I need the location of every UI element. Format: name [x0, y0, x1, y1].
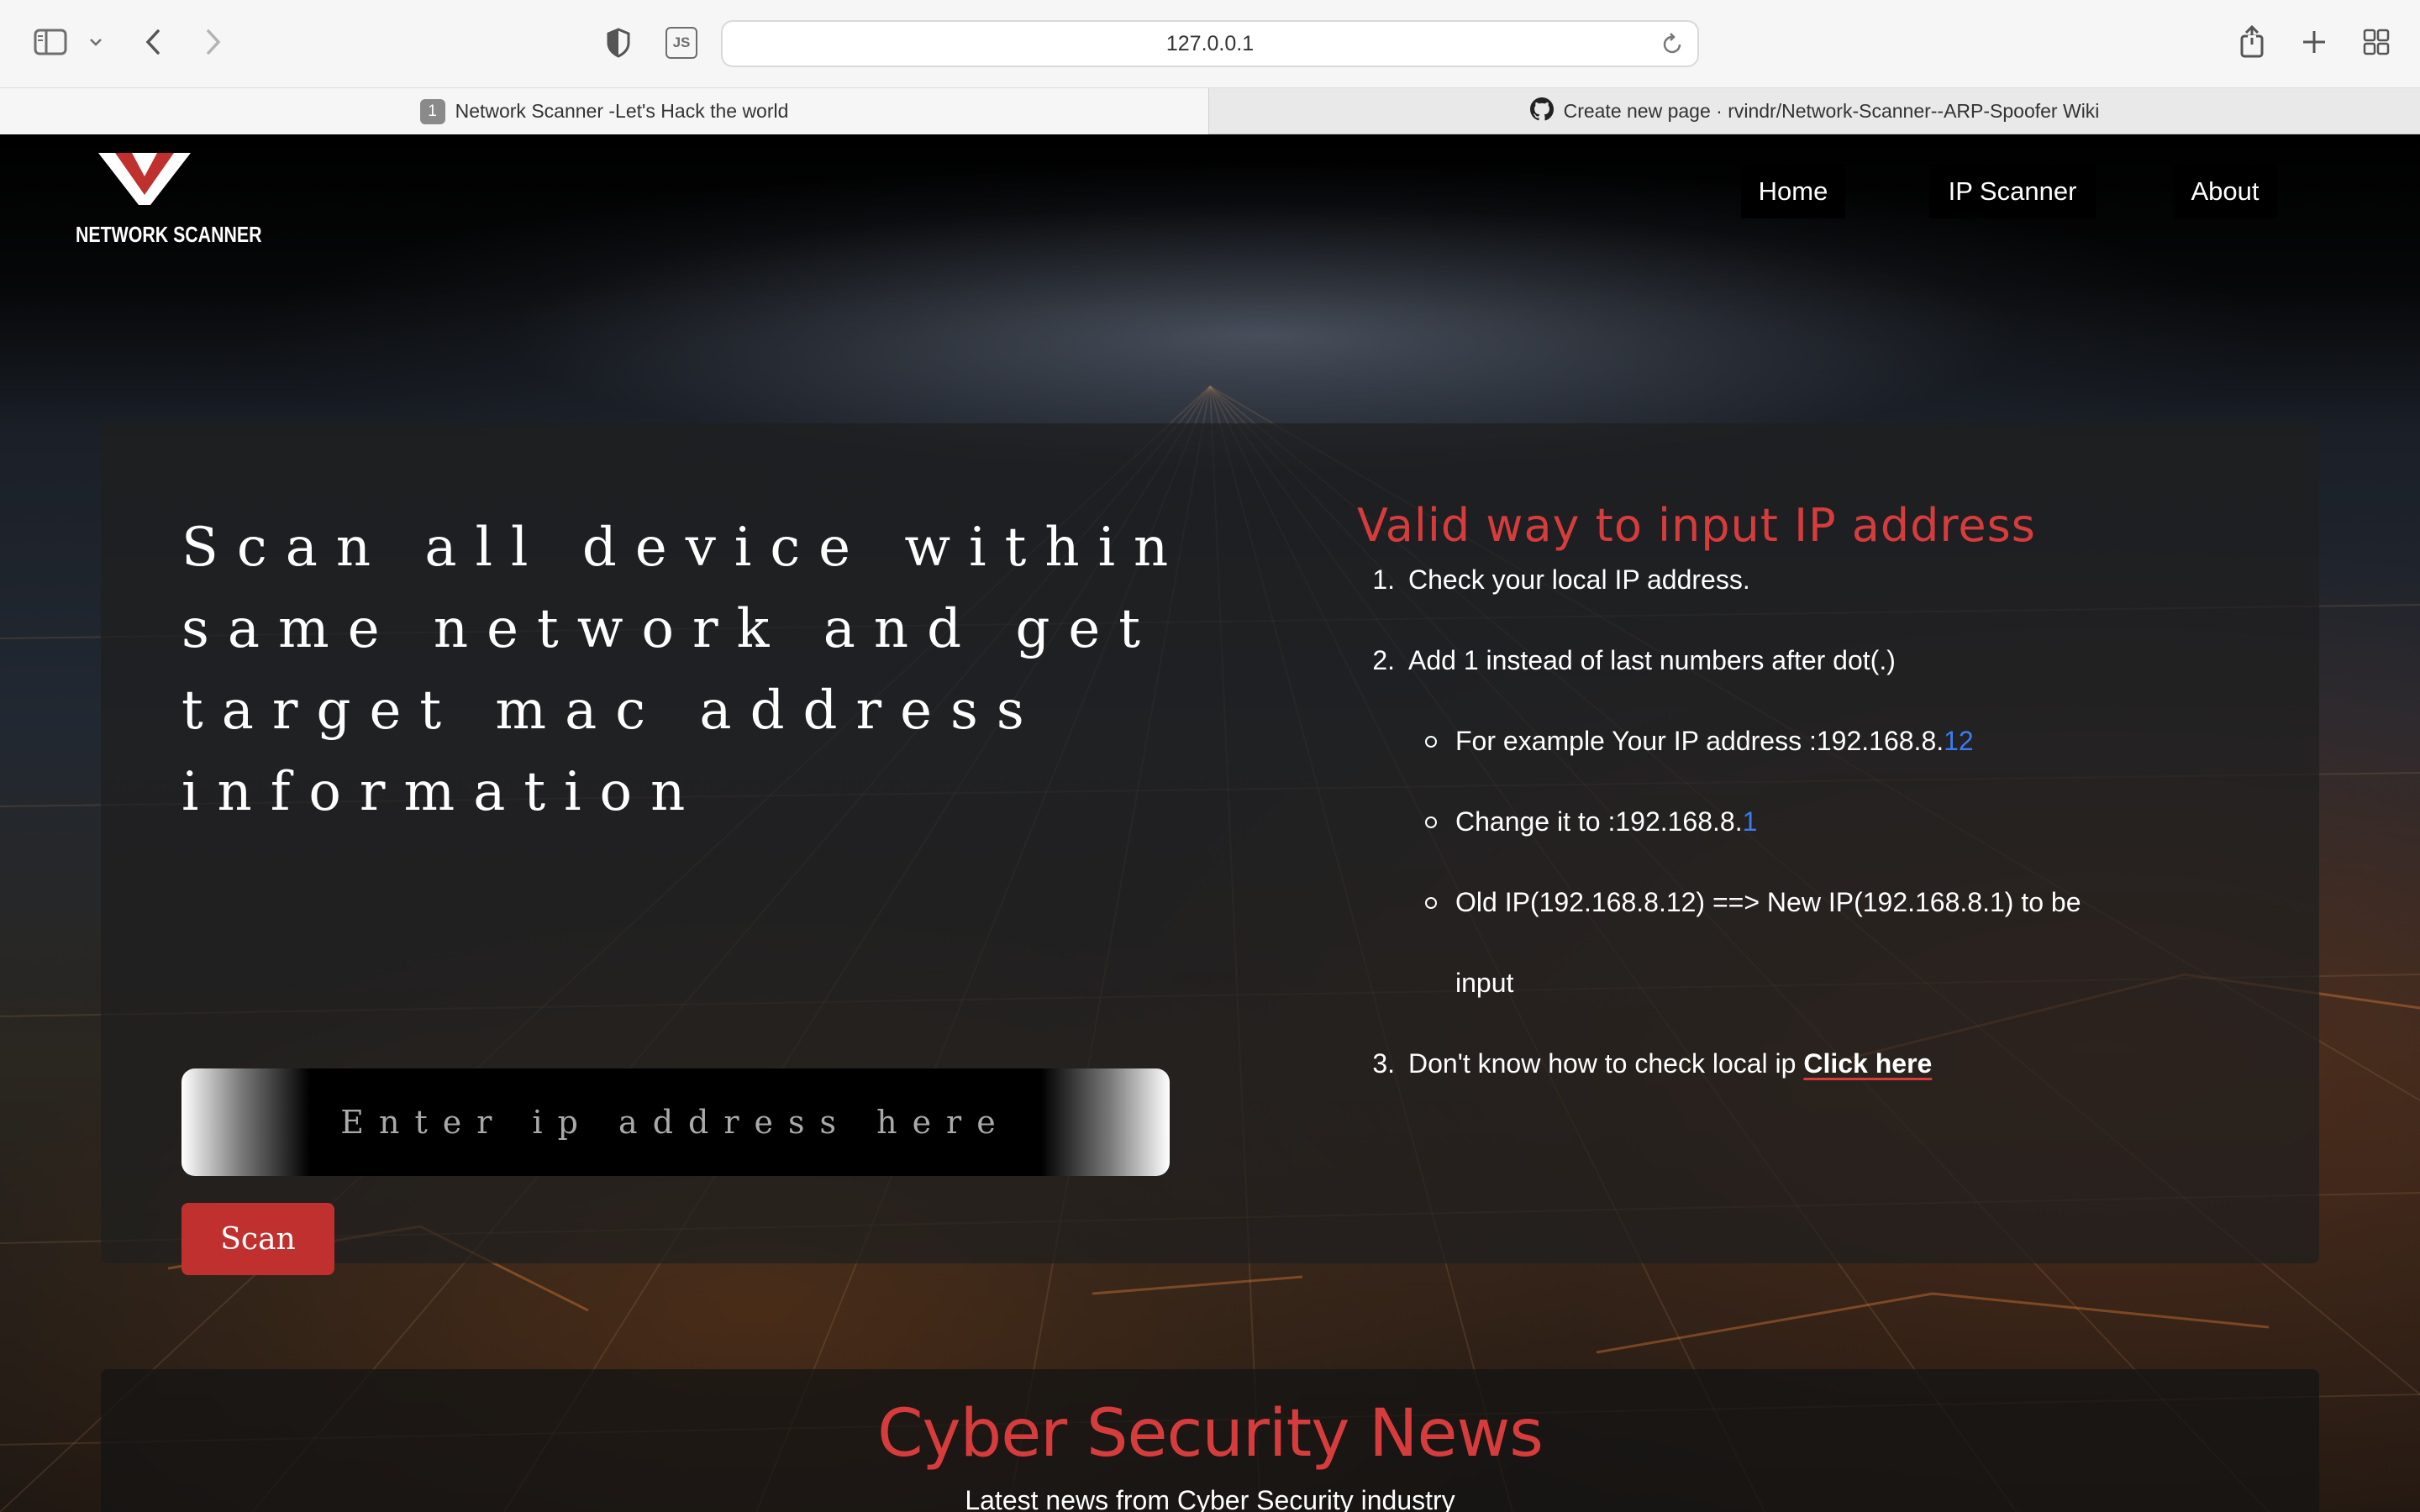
example-highlight: 12 — [1944, 726, 1974, 756]
change-text: Change it to :192.168.8. — [1455, 806, 1743, 837]
privacy-shield-icon[interactable] — [602, 25, 635, 60]
tab-github-wiki[interactable]: Create new page · rvindr/Network-Scanner… — [1208, 88, 2420, 134]
tab-bar: 1 Network Scanner -Let's Hack the world … — [0, 87, 2420, 134]
reload-icon[interactable] — [1662, 32, 1684, 61]
tab-title: Network Scanner -Let's Hack the world — [455, 100, 789, 122]
javascript-extension-icon[interactable]: JS — [666, 27, 697, 59]
step-2-text: Add 1 instead of last numbers after dot(… — [1408, 645, 1896, 675]
logo-mark-icon — [98, 153, 191, 205]
tab-overview-icon[interactable] — [2360, 25, 2393, 59]
scanner-headline: Scan all device within same network and … — [182, 517, 1187, 823]
news-section: Cyber Security News Latest news from Cyb… — [101, 1369, 2319, 1512]
old-new-text: Old IP(192.168.8.12) ==> New IP(192.168.… — [1455, 887, 2081, 917]
nav-home[interactable]: Home — [1741, 165, 1845, 218]
ip-input-wrapper — [182, 1068, 1170, 1176]
step-3-text: Don't know how to check local ip — [1408, 1048, 1804, 1079]
back-icon[interactable] — [138, 25, 168, 59]
tab-title: Create new page · rvindr/Network-Scanner… — [1563, 100, 2100, 122]
tab-network-scanner[interactable]: 1 Network Scanner -Let's Hack the world — [0, 88, 1208, 134]
url-text: 127.0.0.1 — [1165, 31, 1255, 55]
new-tab-icon[interactable] — [2297, 25, 2331, 59]
circle-bullet-icon — [1425, 736, 1437, 748]
circle-bullet-icon — [1425, 897, 1437, 909]
forward-icon[interactable] — [198, 25, 229, 59]
circle-bullet-icon — [1425, 816, 1437, 828]
scan-button[interactable]: Scan — [182, 1203, 334, 1275]
chevron-down-icon[interactable] — [86, 30, 106, 54]
news-subtitle: Latest news from Cyber Security industry — [965, 1485, 1455, 1512]
logo-text: NETWORK SCANNER — [76, 222, 262, 247]
step-1-text: Check your local IP address. — [1408, 564, 1750, 595]
example-text: For example Your IP address :192.168.8. — [1455, 726, 1944, 756]
site-logo[interactable]: NETWORK SCANNER — [60, 153, 262, 247]
scanner-panel: Scan all device within same network and … — [101, 423, 2319, 1275]
news-title: Cyber Security News — [877, 1396, 1544, 1472]
web-page: NETWORK SCANNER Home IP Scanner About Sc… — [0, 134, 2420, 1512]
address-bar[interactable]: 127.0.0.1 — [721, 20, 1699, 67]
tab-number-badge: 1 — [419, 98, 445, 124]
old-new-text-continued: input — [1455, 968, 1514, 998]
nav-about[interactable]: About — [2173, 165, 2277, 218]
sidebar-toggle-icon[interactable] — [32, 25, 69, 59]
nav-ip-scanner[interactable]: IP Scanner — [1929, 165, 2096, 218]
instructions-title: Valid way to input IP address — [1357, 499, 2036, 552]
ip-address-input[interactable] — [182, 1068, 1170, 1176]
share-icon[interactable] — [2235, 22, 2269, 60]
change-highlight: 1 — [1742, 806, 1758, 837]
click-here-link[interactable]: Click here — [1803, 1048, 1932, 1079]
github-icon — [1529, 97, 1554, 126]
browser-toolbar: JS 127.0.0.1 — [0, 0, 2420, 87]
